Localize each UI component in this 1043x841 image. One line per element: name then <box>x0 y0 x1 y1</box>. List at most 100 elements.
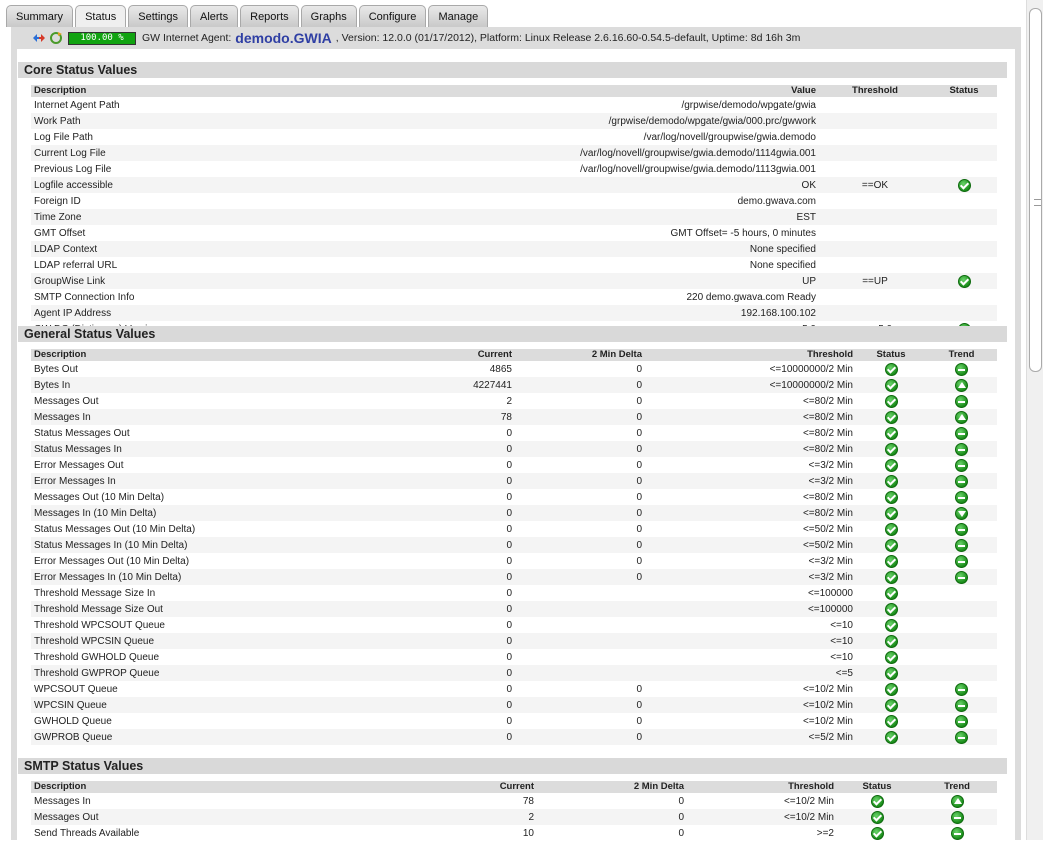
row-current: 0 <box>506 523 512 535</box>
col-description[interactable]: Description <box>31 349 391 361</box>
row-status <box>856 425 926 441</box>
status-ok-icon <box>957 178 971 192</box>
row-description: Logfile accessible <box>31 177 331 193</box>
row-delta: 0 <box>515 441 645 457</box>
tab-summary[interactable]: Summary <box>6 5 74 27</box>
row-trend <box>926 553 997 569</box>
vertical-scrollbar[interactable] <box>1026 0 1043 840</box>
table-row: WPCSOUT Queue 0 0 <=10/2 Min <box>31 681 997 697</box>
arrows-icon[interactable] <box>32 31 46 45</box>
col-threshold[interactable]: Threshold <box>645 349 856 361</box>
col-trend[interactable]: Trend <box>926 349 997 361</box>
tab-graphs[interactable]: Graphs <box>300 5 357 27</box>
row-status <box>931 193 997 209</box>
tab-bar: Summary Status Settings Alerts Reports Graphs… <box>6 5 490 28</box>
scrollbar-thumb[interactable] <box>1029 8 1042 372</box>
trend-flat-icon <box>955 682 968 696</box>
table-row: Current Log File/var/log/novell/groupwis… <box>31 145 997 161</box>
col-status[interactable]: Status <box>856 349 926 361</box>
tab-configure[interactable]: Configure <box>358 5 427 27</box>
row-trend <box>926 729 997 745</box>
row-description: Messages In (10 Min Delta) <box>31 505 391 521</box>
row-value: UP <box>331 273 819 289</box>
row-threshold: ==OK <box>819 177 931 193</box>
row-threshold <box>819 225 931 241</box>
tab-reports[interactable]: Reports <box>240 5 299 27</box>
col-threshold[interactable]: Threshold <box>819 85 931 97</box>
row-description: Messages In <box>31 409 391 425</box>
trend-up-icon <box>950 794 964 808</box>
row-delta: 0 <box>537 809 687 825</box>
tab-manage[interactable]: Manage <box>428 5 489 27</box>
row-current: 0 <box>391 633 515 649</box>
row-description: WPCSIN Queue <box>31 697 391 713</box>
trend-flat-icon <box>955 714 968 728</box>
col-delta[interactable]: 2 Min Delta <box>515 349 645 361</box>
table-row: Error Messages In 0 0 <=3/2 Min <box>31 473 997 489</box>
table-row: Foreign ID demo.gwava.com <box>31 193 997 209</box>
row-delta: 0 <box>636 491 642 503</box>
row-trend <box>926 425 997 441</box>
trend-flat-icon <box>955 426 968 440</box>
smtp-status-section: SMTP Status Values <box>18 758 1007 774</box>
row-delta: 0 <box>636 555 642 567</box>
status-ok-icon <box>884 698 898 712</box>
table-row: GroupWise Link UP ==UP <box>31 273 997 289</box>
col-value[interactable]: Value <box>331 85 819 97</box>
col-threshold[interactable]: Threshold <box>687 781 837 793</box>
row-status <box>931 257 997 273</box>
row-description: Bytes In <box>31 377 391 393</box>
row-delta: 0 <box>515 377 645 393</box>
row-delta <box>515 633 645 649</box>
table-row: GWHOLD Queue 0 0 <=10/2 Min <box>31 713 997 729</box>
trend-flat-icon <box>955 538 968 552</box>
row-trend <box>926 409 997 425</box>
table-row: GWPROB Queue 0 0 <=5/2 Min <box>31 729 997 745</box>
row-value: None specified <box>331 241 819 257</box>
agent-status-bar: 100.00 % GW Internet Agent: demodo.GWIA … <box>32 30 800 46</box>
smtp-status-title: SMTP Status Values <box>18 758 1007 774</box>
trend-up-icon <box>955 378 968 392</box>
status-ok-icon <box>884 538 898 552</box>
trend-flat-icon <box>955 570 968 584</box>
table-row: WPCSIN Queue 0 0 <=10/2 Min <box>31 697 997 713</box>
table-row: Messages Out 2 0 <=80/2 Min <box>31 393 997 409</box>
row-status <box>856 457 926 473</box>
col-status[interactable]: Status <box>837 781 917 793</box>
trend-flat-icon <box>955 442 968 456</box>
general-status-section: General Status Values <box>18 326 1007 342</box>
row-threshold: <=10 <box>830 651 853 663</box>
row-status <box>931 241 997 257</box>
col-trend[interactable]: Trend <box>917 781 997 793</box>
row-threshold <box>819 209 931 225</box>
col-description[interactable]: Description <box>31 85 331 97</box>
row-current: 0 <box>391 473 515 489</box>
table-row: Error Messages Out (10 Min Delta) 0 0 <=3/2… <box>31 553 997 569</box>
col-current[interactable]: Current <box>391 349 515 361</box>
row-description: LDAP Context <box>31 241 331 257</box>
row-threshold <box>819 241 931 257</box>
row-trend <box>926 601 997 617</box>
status-ok-icon <box>870 826 884 840</box>
table-row: Threshold Message Size Out 0 <=100000 <box>31 601 997 617</box>
core-status-table: Description Value Threshold Status Inter… <box>31 85 997 337</box>
row-current: 2 <box>506 395 512 407</box>
row-current: 0 <box>506 619 512 631</box>
trend-flat-icon <box>955 394 968 408</box>
col-status[interactable]: Status <box>931 85 997 97</box>
row-threshold <box>819 129 931 145</box>
row-current: 0 <box>506 587 512 599</box>
table-row: Threshold Message Size In 0 <=100000 <box>31 585 997 601</box>
row-current: 0 <box>391 729 515 745</box>
refresh-icon[interactable] <box>49 31 63 45</box>
tab-alerts[interactable]: Alerts <box>190 5 239 27</box>
row-delta: 0 <box>636 427 642 439</box>
row-current: 0 <box>506 555 512 567</box>
status-ok-icon <box>884 442 898 456</box>
col-delta[interactable]: 2 Min Delta <box>537 781 687 793</box>
col-description[interactable]: Description <box>31 781 411 793</box>
col-current[interactable]: Current <box>411 781 537 793</box>
agent-name-link[interactable]: demodo.GWIA <box>235 30 331 46</box>
tab-settings[interactable]: Settings <box>128 5 188 27</box>
tab-status[interactable]: Status <box>75 5 127 28</box>
